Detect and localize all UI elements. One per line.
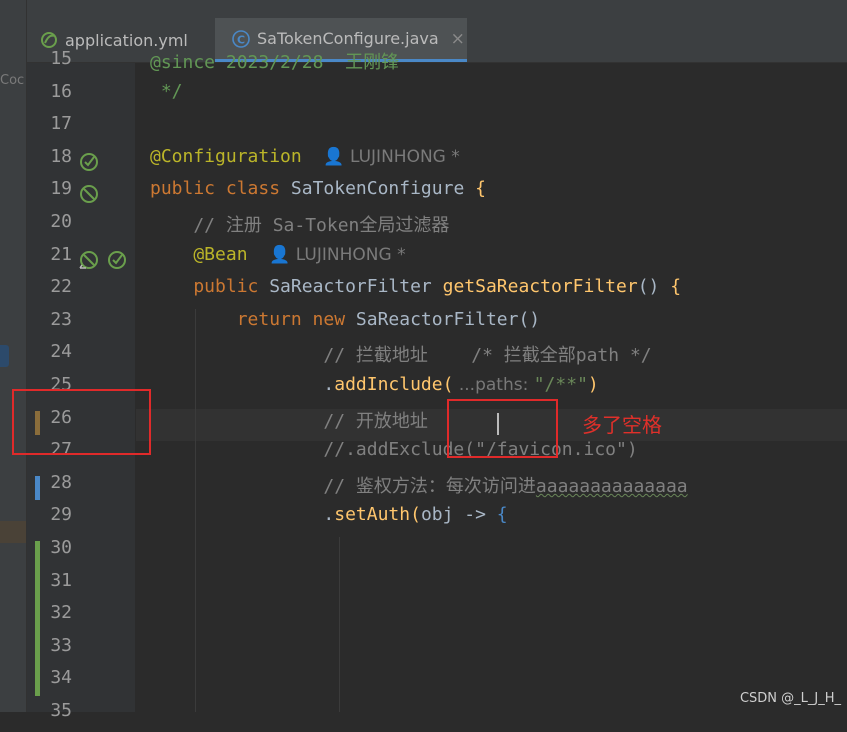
code-line: */ [150, 81, 183, 113]
code-token: SaTokenConfigure [290, 178, 476, 200]
spring-bean-icon[interactable] [105, 248, 129, 276]
svg-text:C: C [237, 33, 245, 46]
code-line: public class SaTokenConfigure { [150, 178, 486, 210]
code-token: ) [587, 374, 599, 395]
line-number: 19 [50, 178, 72, 200]
code-token: // 开放地址 [150, 410, 428, 432]
code-token: { [496, 504, 508, 526]
line-number: 28 [50, 471, 72, 493]
code-token: */ [150, 80, 183, 102]
code-token: "/**" [533, 374, 588, 395]
side-panel-highlight [0, 521, 26, 543]
code-token: public [150, 276, 270, 298]
code-line: @Bean 👤 LUJINHONG * [150, 243, 406, 276]
code-token: () [637, 276, 671, 298]
code-token: { [670, 276, 682, 298]
code-line: @since 2023/2/28 王刚锋 [150, 48, 399, 80]
code-line: @Configuration 👤 LUJINHONG * [150, 146, 460, 178]
java-class-icon: C [231, 29, 251, 49]
code-token: @Configuration [150, 145, 302, 167]
code-token: . [150, 504, 335, 526]
spring-config-arrow-icon[interactable] [77, 248, 101, 276]
code-token: // 拦截地址 /* 拦截全部path */ [150, 345, 652, 367]
code-token: return new [150, 308, 356, 330]
line-number: 22 [50, 276, 72, 298]
annotation-box-line-26 [12, 389, 151, 455]
line-number: 15 [50, 48, 72, 69]
vcs-changed-marker[interactable] [35, 475, 40, 501]
code-token: addInclude( [334, 374, 454, 395]
line-number: 21 [50, 243, 72, 265]
watermark: CSDN @_L_J_H_ [739, 691, 841, 706]
line-number: 33 [50, 634, 72, 656]
code-token: SaReactorFilter() [355, 308, 541, 330]
code-token: setAuth( [334, 504, 421, 526]
code-token: @since [150, 52, 216, 73]
line-number: 17 [50, 113, 72, 135]
code-token: aaaaaaaaaaaaaa [535, 475, 688, 497]
vcs-added-marker[interactable] [35, 541, 40, 696]
code-token: SaReactorFilter [269, 276, 443, 298]
code-token: @Bean [150, 243, 248, 265]
spring-leaf-icon [39, 30, 59, 50]
line-number: 16 [50, 80, 72, 102]
annotation-note: 多了空格 [582, 413, 662, 437]
code-token: // 注册 Sa-Token全局过滤器 [150, 215, 450, 236]
code-token: . [150, 374, 335, 395]
line-number: 24 [50, 341, 72, 363]
code-token: ...paths: [453, 375, 534, 395]
spring-config-icon[interactable] [77, 182, 101, 210]
code-line: public SaReactorFilter getSaReactorFilte… [150, 276, 681, 308]
spring-bean-icon[interactable] [77, 150, 101, 178]
code-token: obj -> [420, 504, 497, 526]
code-line: .setAuth(obj -> { [150, 504, 508, 536]
tab-label: SaTokenConfigure.java [257, 29, 439, 48]
code-token: 2023/2/28 王刚锋 [215, 52, 400, 73]
tab-label: application.yml [65, 30, 188, 50]
code-token: 👤 LUJINHONG * [323, 146, 460, 167]
code-token: //.addExclude("/favicon.ico") [150, 439, 638, 461]
line-number: 31 [50, 569, 72, 591]
code-token: { [475, 178, 486, 200]
code-token: public class [150, 178, 291, 200]
code-line: // 开放地址 [150, 407, 428, 439]
line-number: 20 [50, 211, 72, 232]
code-line: // 拦截地址 /* 拦截全部path */ [150, 341, 652, 373]
line-number: 29 [50, 504, 72, 526]
side-panel-text: Coc [0, 73, 25, 88]
code-token: 👤 LUJINHONG * [269, 244, 406, 265]
code-line: // 注册 Sa-Token全局过滤器 [150, 211, 449, 243]
code-line: //.addExclude("/favicon.ico") [150, 439, 638, 471]
line-number-gutter: 15 16 17 18 19 20 21 22 23 24 25 26 27 28 29 30 31 32 33 34… [27, 48, 135, 721]
line-number: 34 [50, 667, 72, 689]
indent-guide [339, 537, 340, 712]
line-number: 23 [50, 308, 72, 330]
code-token: // 鉴权方法：每次访问进 [150, 475, 536, 497]
line-number: 35 [50, 700, 72, 721]
line-number: 30 [50, 537, 72, 558]
close-icon[interactable]: × [451, 29, 465, 49]
code-token: getSaReactorFilter [442, 276, 638, 298]
left-tool-strip: Coc [0, 0, 27, 712]
code-editor[interactable]: @since 2023/2/28 王刚锋 */ @Configuration 👤 … [136, 52, 847, 712]
line-number: 32 [50, 602, 72, 624]
code-line: // 鉴权方法：每次访问进aaaaaaaaaaaaaa [150, 472, 688, 504]
line-number: 18 [50, 145, 72, 167]
code-line: return new SaReactorFilter() [150, 309, 540, 341]
side-panel-selection [0, 345, 9, 367]
annotation-box-extra-space [447, 399, 558, 458]
